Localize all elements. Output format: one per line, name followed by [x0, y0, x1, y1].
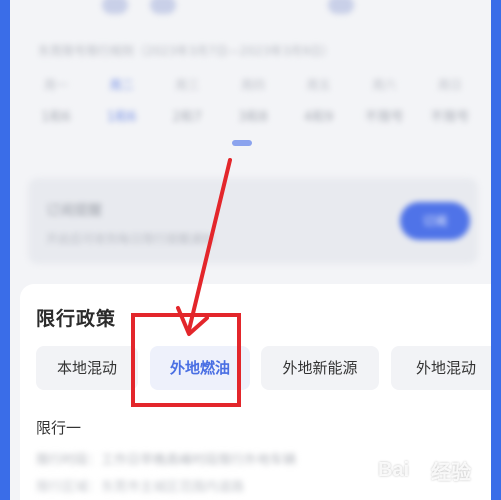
- weekday-label: 周六: [372, 78, 397, 92]
- weekday-label: 周三: [175, 78, 200, 92]
- date-range-text: 东莞限号限行规则（2023年3月7日—2023年3月9日）: [38, 44, 334, 58]
- plate-numbers: 2和7: [172, 110, 203, 125]
- day-item[interactable]: 周一 1和6: [28, 76, 84, 125]
- phone-screen: 东莞限号限行规则（2023年3月7日—2023年3月9日） 周一 1和6 周二 1和…: [10, 0, 491, 500]
- tab-nonlocal-new-energy[interactable]: 外地新能源: [261, 346, 379, 390]
- more-icon[interactable]: [328, 0, 354, 14]
- plate-numbers: 1和6: [41, 110, 71, 125]
- plate-numbers: 不限号: [364, 110, 404, 125]
- reminder-card: 订阅提醒 开启后可收到每日限行提醒通知 订阅: [28, 178, 478, 264]
- restriction-detail: 限行时段：工作日早晚高峰时段限行外地车辆: [36, 453, 297, 468]
- plate-numbers: 不限号: [430, 110, 470, 125]
- watermark-brand-right: 经验: [431, 461, 472, 484]
- watermark: Bai 经验: [378, 450, 471, 490]
- policy-title: 限行政策: [36, 308, 117, 330]
- highlight-box: [131, 313, 241, 407]
- day-item[interactable]: 周三 2和7: [159, 76, 215, 125]
- reminder-title: 订阅提醒: [46, 203, 102, 219]
- restriction-label: 限行一: [36, 419, 82, 437]
- watermark-brand-left: Bai: [378, 458, 410, 481]
- weekday-row: 周一 1和6 周二 1和6 周三 2和7 周四 3和8 周五 4和9 周六不限号 周日不限…: [28, 76, 478, 125]
- weekday-label: 周五: [306, 78, 331, 92]
- page-indicator: [232, 140, 252, 146]
- weekday-label: 周二: [109, 78, 134, 92]
- weekday-label: 周一: [43, 78, 68, 92]
- share-icon[interactable]: [150, 0, 176, 14]
- menu-icon[interactable]: [102, 0, 128, 14]
- top-icons: [10, 0, 491, 20]
- plate-numbers: 1和6: [106, 110, 137, 125]
- day-item[interactable]: 周日 不限号: [422, 76, 478, 125]
- restriction-area: 限行区域：东莞市主城区范围内道路: [36, 480, 245, 495]
- day-item-active[interactable]: 周二 1和6: [94, 76, 150, 125]
- plate-numbers: 3和8: [238, 110, 268, 125]
- tab-local-hybrid[interactable]: 本地混动: [36, 346, 138, 390]
- weekday-label: 周日: [437, 78, 462, 92]
- day-item[interactable]: 周四 3和8: [225, 76, 281, 125]
- reminder-subtitle: 开启后可收到每日限行提醒通知: [46, 232, 215, 246]
- day-item[interactable]: 周六 不限号: [356, 76, 412, 125]
- tab-nonlocal-hybrid[interactable]: 外地混动: [391, 346, 491, 390]
- plate-numbers: 4和9: [303, 110, 334, 125]
- day-item[interactable]: 周五 4和9: [291, 76, 347, 125]
- subscribe-button[interactable]: 订阅: [400, 202, 470, 240]
- paw-icon: [412, 462, 428, 478]
- weekday-label: 周四: [240, 78, 265, 92]
